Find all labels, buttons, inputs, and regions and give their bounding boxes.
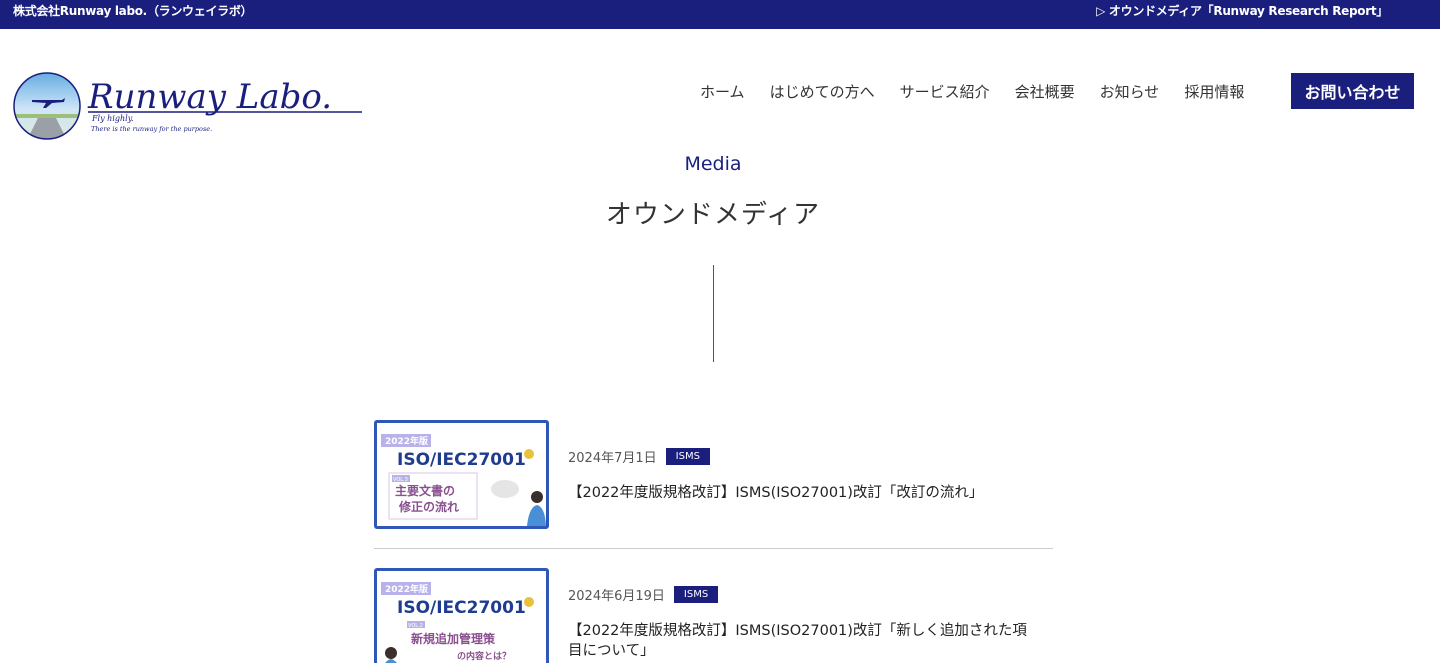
site-logo[interactable]: Runway Labo. Fly highly. There is the ru… [12,70,372,142]
svg-text:Fly highly.: Fly highly. [91,114,134,123]
top-bar: 株式会社Runway labo.（ランウェイラボ） ▷ オウンドメディア「Run… [0,0,1440,29]
category-tag[interactable]: ISMS [665,448,710,465]
svg-text:修正の流れ: 修正の流れ [398,499,459,514]
article-date: 2024年6月19日 [568,589,665,604]
award-icon [524,597,534,607]
company-name: 株式会社Runway labo.（ランウェイラボ） [13,4,253,18]
nav-home[interactable]: ホーム [700,81,745,102]
page-title: オウンドメディア [605,200,821,230]
nav-company[interactable]: 会社概要 [1015,81,1075,102]
svg-text:VOL.2: VOL.2 [408,623,423,629]
nav-news[interactable]: お知らせ [1100,81,1160,102]
article-meta: 2024年7月1日 ISMS [568,447,710,466]
main-nav: ホーム はじめての方へ サービス紹介 会社概要 お知らせ 採用情報 [700,73,1269,109]
article-divider [374,548,1053,549]
article-date: 2024年7月1日 [568,451,657,466]
svg-text:VOL.3: VOL.3 [393,477,408,483]
article-title[interactable]: 【2022年度版規格改訂】ISMS(ISO27001)改訂「改訂の流れ」 [568,483,1028,503]
svg-text:2022年版: 2022年版 [385,435,428,447]
person-icon [385,647,397,659]
person-icon [531,491,543,503]
svg-text:2022年版: 2022年版 [385,583,428,595]
svg-text:の内容とは？: の内容とは？ [457,650,511,662]
article-thumbnail[interactable]: 2022年版 ISO/IEC27001 VOL.3 主要文書の 修正の流れ [374,420,549,529]
article-title[interactable]: 【2022年度版規格改訂】ISMS(ISO27001)改訂「新しく追加された項目… [568,621,1028,661]
nav-services[interactable]: サービス紹介 [900,81,990,102]
document-icon [491,480,519,498]
svg-text:There is the runway for the pu: There is the runway for the purpose. [91,125,212,133]
article-thumbnail[interactable]: 2022年版 ISO/IEC27001 VOL.2 新規追加管理策 の内容とは？ [374,568,549,663]
svg-text:ISO/IEC27001: ISO/IEC27001 [397,450,526,470]
divider-line [713,265,714,362]
nav-recruit[interactable]: 採用情報 [1184,81,1244,102]
category-tag[interactable]: ISMS [673,586,719,603]
svg-text:主要文書の: 主要文書の [395,483,455,498]
svg-text:ISO/IEC27001: ISO/IEC27001 [397,598,526,618]
article-meta: 2024年6月19日 ISMS [568,585,719,604]
svg-text:Runway Labo.: Runway Labo. [87,77,332,117]
section-label: Media [684,153,742,175]
award-icon [524,449,534,459]
owned-media-link[interactable]: ▷ オウンドメディア「Runway Research Report」 [1096,4,1388,18]
runway-logo-icon: Runway Labo. Fly highly. There is the ru… [13,72,362,140]
contact-button[interactable]: お問い合わせ [1291,73,1414,109]
nav-first-time[interactable]: はじめての方へ [770,81,875,102]
svg-text:新規追加管理策: 新規追加管理策 [411,631,496,646]
